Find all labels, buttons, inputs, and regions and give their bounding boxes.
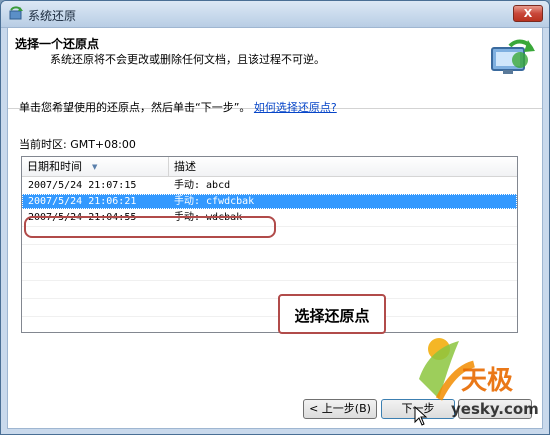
row-description: 手动: abcd [174,180,231,191]
row-divider [22,244,517,245]
timezone-label: 当前时区: GMT+08:00 [19,138,136,151]
close-button[interactable]: X [513,5,543,22]
column-label-datetime: 日期和时间 [27,160,82,173]
list-header: 日期和时间 ▼ 描述 [22,157,517,177]
table-row-selected[interactable]: 2007/5/24 21:06:21 手动: cfwdcbak [22,194,517,209]
restore-point-list[interactable]: 日期和时间 ▼ 描述 2007/5/24 21:07:15 手动: abcd 2… [21,156,518,333]
selection-highlight-ring [24,216,276,238]
back-button[interactable]: < 上一步(B) [303,399,377,419]
page-title: 选择一个还原点 [15,37,100,51]
page-subtitle: 系统还原将不会更改或删除任何文档，且该过程不可逆。 [50,53,325,66]
row-divider [22,262,517,263]
cancel-button[interactable] [458,399,532,419]
row-divider [22,280,517,281]
system-restore-window: 系统还原 X 选择一个还原点 系统还原将不会更改或删除任何文档，且该过程不可逆。… [0,0,550,435]
help-link[interactable]: 如何选择还原点? [254,101,337,114]
wizard-header: 选择一个还原点 系统还原将不会更改或删除任何文档，且该过程不可逆。 [8,28,542,109]
row-divider [22,298,517,299]
row-date: 2007/5/24 21:06:21 [28,196,137,207]
column-header-datetime[interactable]: 日期和时间 ▼ [22,157,169,176]
title-bar[interactable]: 系统还原 X [1,1,549,28]
column-header-description[interactable]: 描述 [169,157,517,176]
window-title: 系统还原 [28,9,77,23]
row-date: 2007/5/24 21:07:15 [28,180,137,191]
table-row[interactable]: 2007/5/24 21:07:15 手动: abcd [22,178,517,193]
mouse-cursor-icon [414,406,428,426]
instruction-text: 单击您希望使用的还原点，然后单击“下一步”。 如何选择还原点? [19,99,337,115]
sort-indicator-icon: ▼ [92,163,98,171]
row-description: 手动: cfwdcbak [174,196,255,207]
restore-monitor-icon [491,39,535,74]
instruction-label: 单击您希望使用的还原点，然后单击“下一步”。 [19,101,251,114]
system-restore-icon [9,6,23,20]
row-divider [22,316,517,317]
annotation-callout: 选择还原点 [278,294,386,334]
